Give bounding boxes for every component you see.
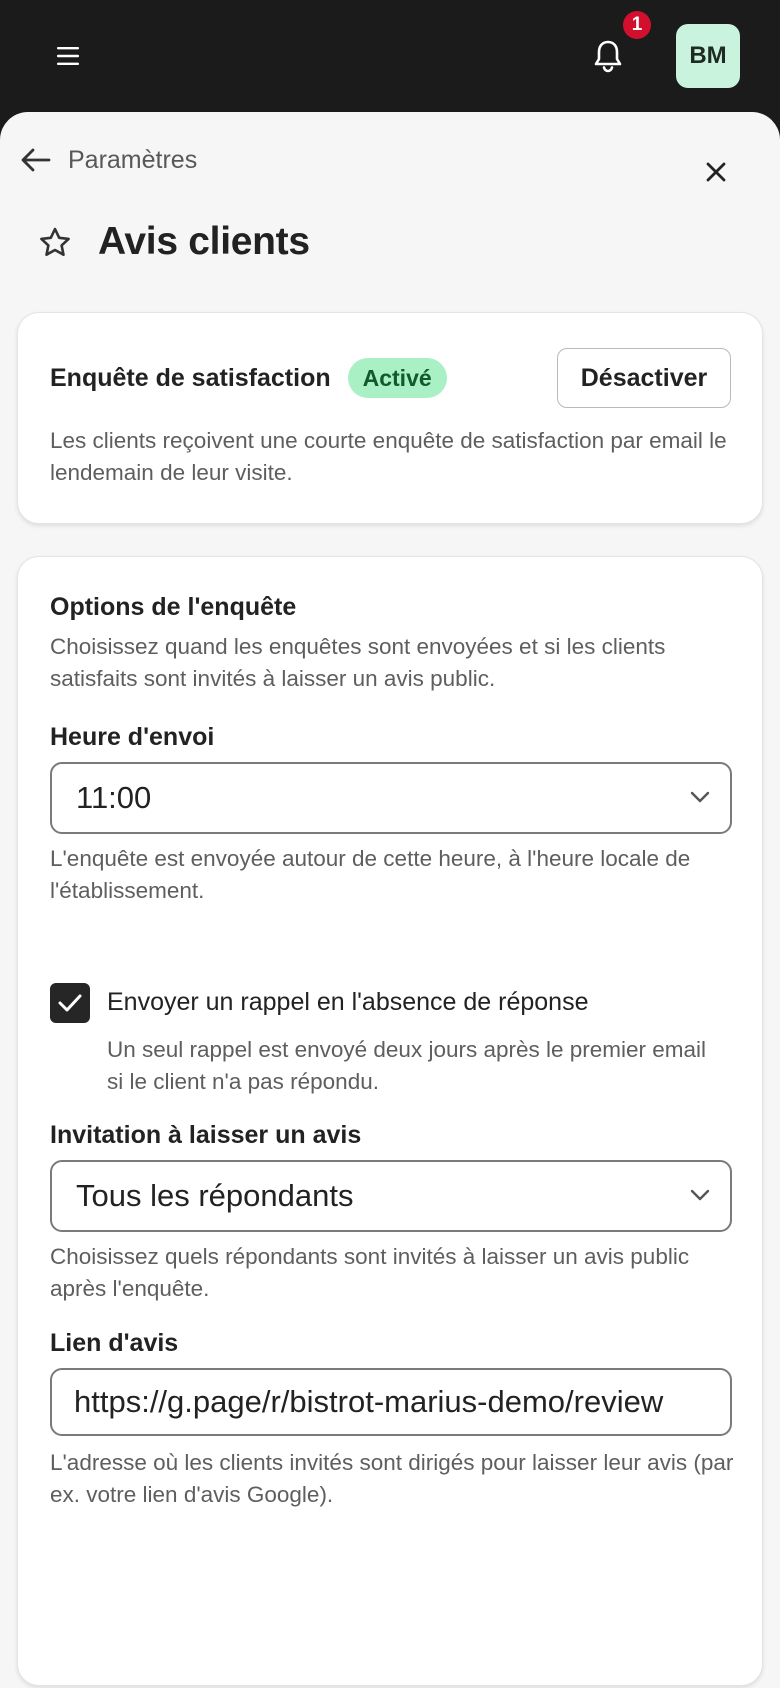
options-description: Choisissez quand les enquêtes sont envoy…: [50, 634, 666, 691]
survey-title: Enquête de satisfaction: [50, 363, 331, 392]
close-button[interactable]: [696, 152, 736, 192]
send-time-select[interactable]: 11:00: [50, 762, 732, 834]
survey-description: Les clients reçoivent une courte enquête…: [50, 428, 727, 485]
settings-sheet: Paramètres Avis clients Enquête de satis…: [0, 112, 780, 1688]
top-app-bar: 1 BM: [0, 0, 780, 112]
review-link-label: Lien d'avis: [50, 1329, 179, 1357]
status-badge: Activé: [347, 358, 447, 398]
reminder-label[interactable]: Envoyer un rappel en l'absence de répons…: [107, 988, 589, 1017]
invitation-select[interactable]: Tous les répondants: [50, 1160, 732, 1232]
notification-count-badge: 1: [623, 11, 651, 39]
page-header: Avis clients: [38, 210, 310, 274]
breadcrumb-label: Paramètres: [68, 145, 198, 174]
user-avatar[interactable]: BM: [676, 24, 740, 88]
chevron-down-icon: [690, 791, 710, 803]
arrow-left-icon: [21, 148, 51, 172]
survey-options-card: Options de l'enquête Choisissez quand le…: [17, 556, 763, 1686]
survey-status-header: Enquête de satisfaction Activé: [50, 358, 447, 398]
breadcrumb-back-link[interactable]: Paramètres: [20, 140, 197, 180]
review-link-help: L'adresse où les clients invités sont di…: [50, 1450, 734, 1507]
survey-status-card: Enquête de satisfaction Activé Désactive…: [17, 312, 763, 524]
menu-icon: [57, 47, 79, 65]
deactivate-button[interactable]: Désactiver: [557, 348, 731, 408]
review-link-input[interactable]: [50, 1368, 732, 1436]
star-icon: [40, 227, 70, 256]
send-time-help: L'enquête est envoyée autour de cette he…: [50, 846, 691, 903]
check-icon: [58, 994, 82, 1012]
page-title: Avis clients: [98, 220, 310, 263]
invitation-label: Invitation à laisser un avis: [50, 1121, 362, 1149]
send-time-label: Heure d'envoi: [50, 723, 215, 751]
bell-icon: [594, 40, 622, 73]
chevron-down-icon: [690, 1189, 710, 1201]
invitation-value: Tous les répondants: [76, 1178, 354, 1213]
close-icon: [706, 162, 726, 182]
menu-button[interactable]: [48, 36, 88, 76]
reminder-checkbox[interactable]: [50, 983, 90, 1023]
options-title: Options de l'enquête: [50, 593, 297, 621]
invitation-help: Choisissez quels répondants sont invités…: [50, 1244, 690, 1301]
reminder-help: Un seul rappel est envoyé deux jours apr…: [107, 1037, 707, 1094]
send-time-value: 11:00: [76, 780, 152, 815]
notifications-button[interactable]: [584, 32, 632, 80]
